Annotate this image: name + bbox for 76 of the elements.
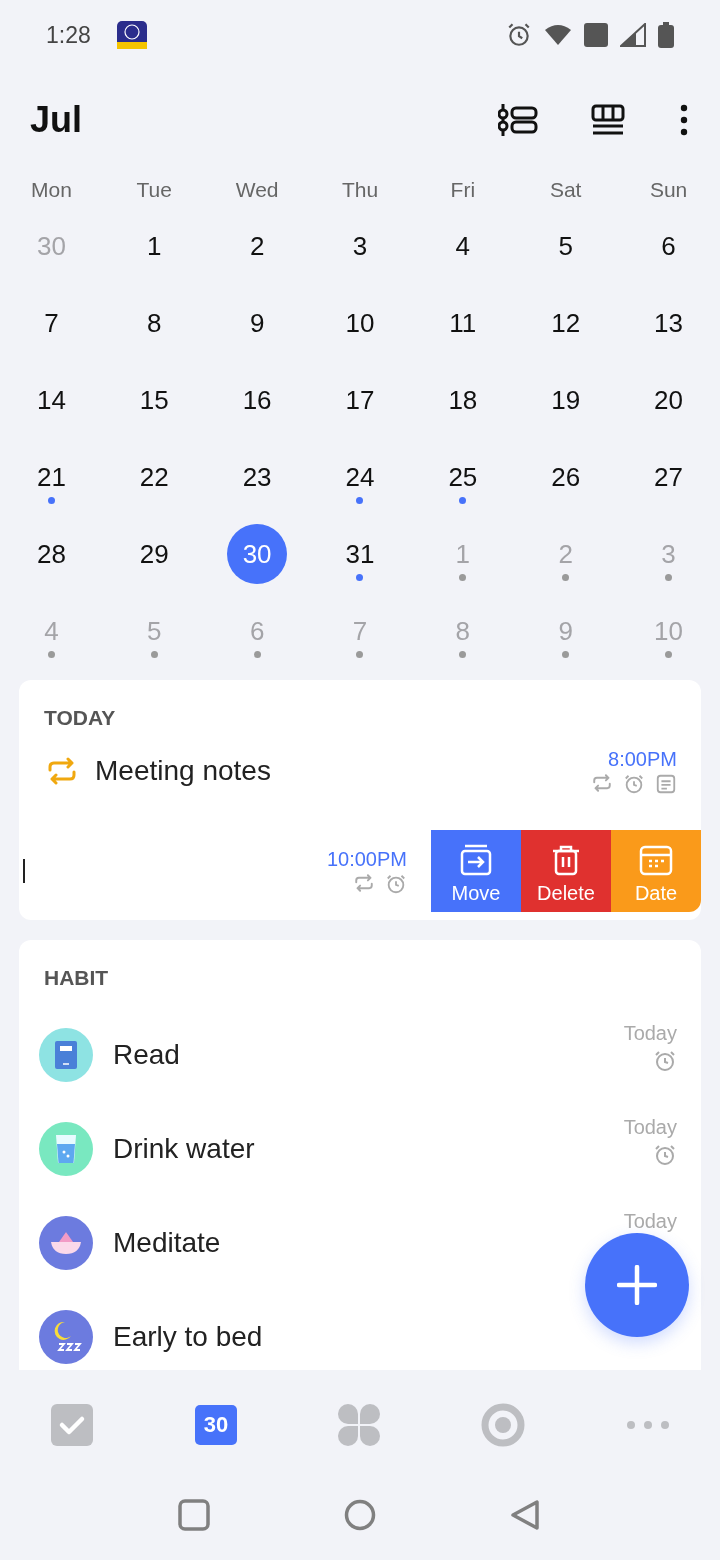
more-menu-icon[interactable] (678, 102, 690, 138)
calendar-day[interactable]: 12 (535, 293, 596, 353)
calendar-day[interactable]: 22 (124, 447, 185, 507)
book-icon (39, 1028, 93, 1082)
battery-icon (658, 22, 674, 48)
calendar-day[interactable]: 27 (638, 447, 699, 507)
calendar-day[interactable]: 1 (124, 216, 185, 276)
weekday-label: Wed (235, 178, 279, 202)
habit-name[interactable]: Read (113, 1039, 180, 1071)
calendar-day[interactable]: 21 (21, 447, 82, 507)
habit-name[interactable]: Early to bed (113, 1321, 263, 1353)
calendar-day[interactable]: 18 (432, 370, 493, 430)
calendar-day[interactable]: 13 (638, 293, 699, 353)
timeline-view-icon[interactable] (498, 102, 538, 138)
weekday-label: Sun (649, 178, 688, 202)
calendar-day[interactable]: 4 (432, 216, 493, 276)
calendar-day[interactable]: 9 (227, 293, 288, 353)
calendar-day[interactable]: 23 (227, 447, 288, 507)
weekday-label: Sat (549, 178, 582, 202)
section-heading: TODAY (43, 705, 117, 730)
task-time: 8:00PM (608, 747, 677, 771)
section-heading: HABIT (43, 965, 110, 991)
volte-icon (584, 23, 608, 47)
moon-sleep-icon (39, 1310, 93, 1364)
delete-action-button[interactable]: Delete (521, 830, 611, 912)
habit-due: Today (623, 1210, 677, 1233)
app-notification-icon (116, 21, 147, 49)
back-button[interactable] (510, 1499, 542, 1531)
calendar-day[interactable]: 16 (227, 370, 288, 430)
habit-name[interactable]: Drink water (113, 1133, 255, 1165)
grid-view-icon[interactable] (590, 102, 626, 138)
calendar-day[interactable]: 25 (432, 447, 493, 507)
calendar-day[interactable]: 17 (330, 370, 390, 430)
habit-due: Today (623, 1022, 677, 1045)
habit-due: Today (623, 1116, 677, 1139)
calendar-day[interactable]: 26 (535, 447, 596, 507)
calendar-day[interactable]: 5 (535, 216, 596, 276)
calendar-day[interactable]: 15 (124, 370, 185, 430)
calendar-icon (639, 843, 673, 876)
task-title[interactable]: Meeting notes (95, 755, 271, 787)
weekday-label: Tue (136, 178, 172, 202)
status-time: 1:28 (46, 21, 91, 49)
trash-icon (550, 843, 582, 876)
calendar-day[interactable]: 31 (330, 524, 390, 584)
calendar-day[interactable]: 2 (227, 216, 288, 276)
water-glass-icon (39, 1122, 93, 1176)
calendar-day[interactable]: 30 (227, 524, 288, 584)
calendar-day[interactable]: 8 (124, 293, 185, 353)
calendar-day[interactable]: 29 (124, 524, 185, 584)
weekday-label: Mon (31, 178, 72, 202)
calendar-day[interactable]: 24 (330, 447, 390, 507)
task-time: 10:00PM (326, 847, 407, 871)
calendar-day[interactable]: 28 (21, 524, 82, 584)
calendar-day[interactable]: 19 (535, 370, 596, 430)
move-icon (459, 843, 493, 876)
wifi-icon (544, 23, 572, 47)
weekday-label: Thu (341, 178, 379, 202)
calendar-day[interactable]: 10 (330, 293, 390, 353)
plus-icon (617, 1265, 657, 1305)
calendar-day[interactable]: 7 (21, 293, 82, 353)
calendar-day[interactable]: 3 (330, 216, 390, 276)
lotus-icon (39, 1216, 93, 1270)
calendar-tab[interactable]: 30 (195, 1405, 237, 1445)
calendar-day[interactable]: 14 (21, 370, 82, 430)
calendar-day[interactable]: 6 (638, 216, 699, 276)
month-title: Jul (30, 99, 82, 141)
alarm-icon (506, 22, 532, 48)
recents-button[interactable] (178, 1499, 210, 1531)
move-action-button[interactable]: Move (431, 830, 521, 912)
habit-name[interactable]: Meditate (113, 1227, 221, 1259)
signal-icon (620, 23, 646, 47)
calendar-day[interactable]: 20 (638, 370, 699, 430)
home-button[interactable] (344, 1499, 376, 1531)
weekday-label: Fri (450, 178, 476, 202)
calendar-day[interactable]: 11 (432, 293, 493, 353)
tasks-tab[interactable] (50, 1404, 94, 1446)
